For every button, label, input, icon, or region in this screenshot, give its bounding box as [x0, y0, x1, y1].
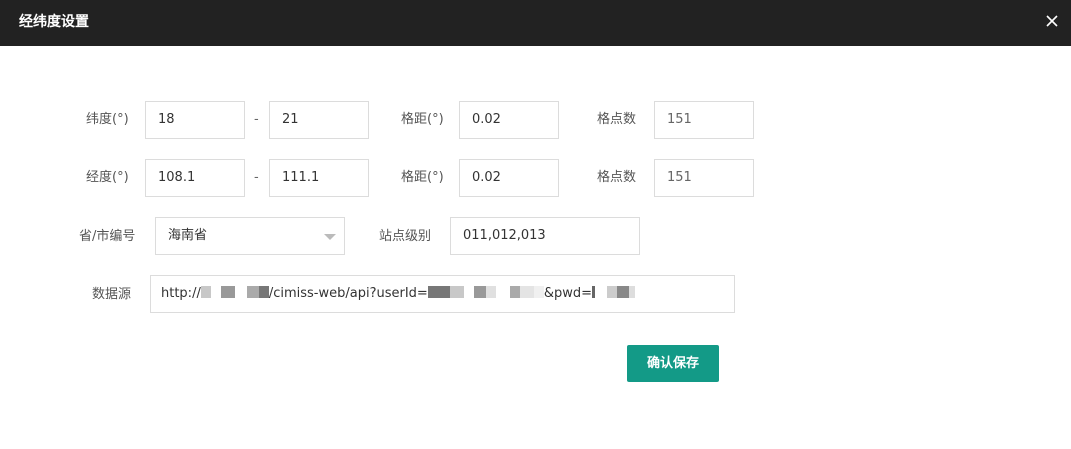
longitude-range-separator: -	[254, 170, 259, 185]
redacted-block	[509, 286, 520, 298]
datasource-url-pwd: &pwd=	[543, 286, 592, 301]
chevron-down-icon	[324, 234, 336, 240]
redacted-block	[258, 286, 269, 298]
longitude-count-label: 格点数	[597, 170, 637, 185]
redacted-block	[533, 286, 544, 298]
redacted-block	[246, 286, 259, 298]
longitude-from-input[interactable]: 108.1	[145, 159, 245, 197]
dialog-title: 经纬度设置	[19, 14, 89, 30]
datasource-url-prefix: http://	[161, 286, 201, 301]
confirm-save-button[interactable]: 确认保存	[627, 345, 719, 382]
redacted-block	[628, 286, 635, 298]
latitude-to-input[interactable]: 21	[269, 101, 369, 139]
redacted-block	[449, 286, 464, 298]
latitude-count-field: 151	[654, 101, 754, 139]
latitude-step-label: 格距(°)	[401, 112, 444, 127]
redacted-block	[485, 286, 496, 298]
latitude-label: 纬度(°)	[86, 112, 129, 127]
redacted-block	[616, 286, 629, 298]
station-level-input[interactable]: 011,012,013	[450, 217, 640, 255]
latitude-from-input[interactable]: 18	[145, 101, 245, 139]
datasource-url-middle: /cimiss-web/api?userId=	[268, 286, 428, 301]
longitude-label: 经度(°)	[86, 170, 129, 185]
redacted-block	[519, 286, 534, 298]
latitude-count-label: 格点数	[597, 112, 637, 127]
latitude-range-separator: -	[254, 112, 259, 127]
province-select[interactable]: 海南省	[155, 217, 345, 255]
longitude-count-field: 151	[654, 159, 754, 197]
datasource-url-input[interactable]: http:// /cimiss-web/api?userId= &pwd=	[150, 275, 735, 313]
longitude-to-input[interactable]: 111.1	[269, 159, 369, 197]
latitude-step-input[interactable]: 0.02	[459, 101, 559, 139]
redacted-block	[473, 286, 486, 298]
dialog-titlebar: 经纬度设置	[0, 0, 1071, 46]
longitude-step-input[interactable]: 0.02	[459, 159, 559, 197]
province-label: 省/市编号	[79, 229, 136, 244]
province-select-value: 海南省	[168, 228, 208, 243]
station-level-label: 站点级别	[379, 229, 432, 244]
close-icon[interactable]	[1043, 12, 1061, 30]
longitude-step-label: 格距(°)	[401, 170, 444, 185]
redacted-block	[427, 286, 450, 298]
redacted-block	[220, 286, 235, 298]
redacted-block	[200, 286, 211, 298]
datasource-label: 数据源	[92, 287, 132, 302]
redacted-block	[606, 286, 617, 298]
